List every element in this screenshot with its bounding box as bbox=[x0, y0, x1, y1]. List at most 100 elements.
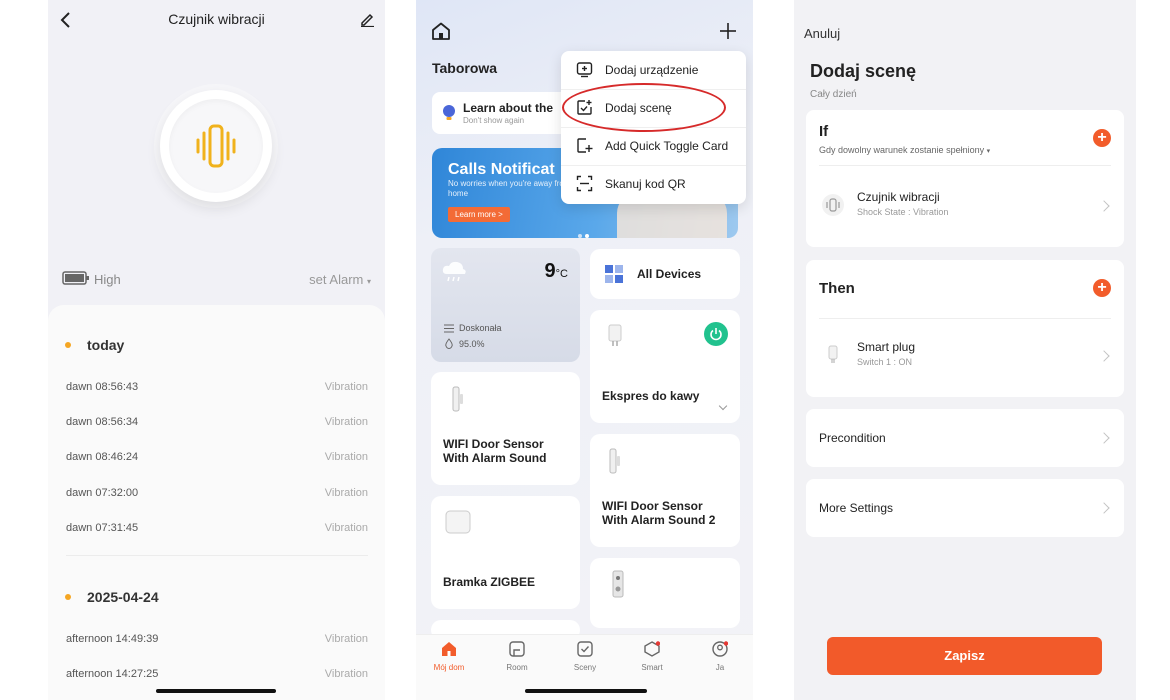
tab-scenes[interactable]: Sceny bbox=[560, 641, 610, 672]
lightbulb-icon bbox=[443, 105, 455, 120]
save-button[interactable]: Zapisz bbox=[827, 637, 1102, 675]
menu-item-scan-qr[interactable]: Skanuj kod QR bbox=[561, 165, 746, 203]
then-title: Then bbox=[819, 280, 855, 297]
event-time: dawn 08:46:24 bbox=[66, 451, 139, 463]
learn-card[interactable]: Learn about the Don't show again bbox=[432, 92, 572, 134]
gateway-icon bbox=[445, 510, 471, 534]
event-type: Vibration bbox=[324, 416, 368, 428]
event-type: Vibration bbox=[324, 668, 368, 680]
temperature: 9°C bbox=[545, 260, 568, 283]
vibration-sensor-icon bbox=[822, 194, 844, 216]
if-section: If + Gdy dowolny warunek zostanie spełni… bbox=[806, 110, 1124, 247]
home-indicator bbox=[156, 689, 276, 693]
tab-me[interactable]: Ja bbox=[695, 641, 745, 672]
tab-label: Smart bbox=[641, 663, 663, 672]
home-icon[interactable] bbox=[431, 22, 451, 40]
power-icon bbox=[710, 328, 722, 341]
condition-row[interactable]: Czujnik wibracji Shock State : Vibration bbox=[806, 182, 1124, 232]
condition-device: Czujnik wibracji bbox=[857, 190, 940, 204]
event-type: Vibration bbox=[324, 633, 368, 645]
caret-down-icon: ▾ bbox=[366, 277, 371, 286]
day-label: today bbox=[87, 337, 125, 353]
menu-item-label: Skanuj kod QR bbox=[605, 177, 686, 191]
precondition-label: Precondition bbox=[819, 431, 886, 445]
smart-plug-icon bbox=[608, 324, 622, 346]
set-alarm-button[interactable]: set Alarm ▾ bbox=[309, 272, 371, 287]
action-row[interactable]: Smart plug Switch 1 : ON bbox=[806, 332, 1124, 382]
top-bar: Czujnik wibracji bbox=[48, 0, 385, 40]
device-card[interactable]: WIFI Door Sensor With Alarm Sound 2 bbox=[590, 434, 740, 547]
add-card-icon bbox=[577, 138, 593, 153]
vibration-icon bbox=[196, 124, 236, 168]
weather-card[interactable]: 9°C Doskonała 95.0% bbox=[431, 248, 580, 362]
door-sensor-icon bbox=[452, 386, 463, 412]
humidity-drop-icon bbox=[445, 338, 453, 349]
event-type: Vibration bbox=[324, 381, 368, 393]
plus-icon[interactable] bbox=[719, 22, 737, 40]
device-name: Bramka ZIGBEE bbox=[443, 575, 536, 589]
event-time: dawn 08:56:34 bbox=[66, 416, 139, 428]
more-settings-label: More Settings bbox=[819, 501, 894, 515]
condition-state: Shock State : Vibration bbox=[857, 207, 949, 217]
day-dot-icon bbox=[65, 342, 71, 348]
vibration-status-circle bbox=[160, 90, 272, 202]
divider bbox=[819, 165, 1111, 166]
condition-selector[interactable]: Gdy dowolny warunek zostanie spełniony ▾ bbox=[819, 145, 990, 155]
chevron-right-icon bbox=[1098, 200, 1110, 212]
device-card[interactable]: WIFI Door Sensor With Alarm Sound bbox=[431, 372, 580, 485]
page-title: Czujnik wibracji bbox=[168, 11, 265, 27]
device-card[interactable]: Ekspres do kawy bbox=[590, 310, 740, 423]
menu-item-quick-toggle[interactable]: Add Quick Toggle Card bbox=[561, 127, 746, 165]
cancel-button[interactable]: Anuluj bbox=[804, 26, 840, 41]
home-name[interactable]: Taborowa bbox=[432, 60, 497, 76]
tab-smart[interactable]: Smart bbox=[627, 641, 677, 672]
device-card[interactable]: Bramka ZIGBEE bbox=[431, 496, 580, 609]
page-title: Dodaj scenę bbox=[810, 61, 917, 81]
scenes-tab-icon bbox=[577, 641, 593, 657]
air-quality: Doskonała bbox=[459, 323, 502, 333]
smart-plug-icon bbox=[822, 344, 844, 366]
banner-text: No worries when you're away from home bbox=[448, 179, 571, 198]
chevron-down-icon[interactable] bbox=[718, 401, 728, 411]
condition-label: Gdy dowolny warunek zostanie spełniony bbox=[819, 145, 985, 155]
power-button[interactable] bbox=[704, 322, 728, 346]
edit-pencil-icon[interactable] bbox=[359, 11, 375, 27]
add-action-button[interactable]: + bbox=[1093, 279, 1111, 297]
menu-item-label: Add Quick Toggle Card bbox=[605, 139, 729, 153]
tab-label: Room bbox=[506, 663, 528, 672]
temperature-unit: °C bbox=[555, 268, 568, 280]
tab-my-home[interactable]: Mój dom bbox=[424, 641, 474, 672]
doorbell-icon bbox=[612, 570, 624, 598]
more-settings-row[interactable]: More Settings bbox=[806, 479, 1124, 537]
carousel-dots bbox=[578, 225, 589, 238]
divider bbox=[819, 318, 1111, 319]
event-time: dawn 07:32:00 bbox=[66, 487, 139, 499]
day-dot-icon bbox=[65, 594, 71, 600]
tab-room[interactable]: Room bbox=[492, 641, 542, 672]
chevron-right-icon bbox=[1098, 350, 1110, 362]
scan-qr-icon bbox=[576, 175, 593, 192]
learn-more-button[interactable]: Learn more > bbox=[448, 207, 510, 222]
device-card[interactable] bbox=[590, 558, 740, 628]
device-name: WIFI Door Sensor With Alarm Sound bbox=[443, 437, 547, 465]
event-time: dawn 07:31:45 bbox=[66, 522, 139, 534]
precondition-row[interactable]: Precondition bbox=[806, 409, 1124, 467]
home-screen: Taborowa Learn about the Don't show agai… bbox=[416, 0, 753, 700]
menu-item-label: Dodaj urządzenie bbox=[605, 63, 699, 77]
all-devices-card[interactable]: All Devices bbox=[590, 249, 740, 299]
learn-dismiss[interactable]: Don't show again bbox=[463, 116, 524, 125]
history-panel: today dawn 08:56:43 Vibration dawn 08:56:… bbox=[48, 305, 385, 700]
battery-level: High bbox=[94, 272, 121, 287]
battery-icon bbox=[62, 271, 89, 285]
add-condition-button[interactable]: + bbox=[1093, 129, 1111, 147]
sensor-detail-screen: Czujnik wibracji High set Alarm ▾ today … bbox=[48, 0, 385, 700]
highlight-ellipse bbox=[562, 83, 726, 132]
action-state: Switch 1 : ON bbox=[857, 357, 913, 367]
page-subtitle[interactable]: Cały dzień bbox=[810, 89, 857, 100]
device-name: Ekspres do kawy bbox=[602, 389, 700, 403]
learn-title: Learn about the bbox=[463, 101, 554, 115]
then-section: Then + Smart plug Switch 1 : ON bbox=[806, 260, 1124, 397]
smart-tab-icon bbox=[644, 641, 660, 657]
event-time: afternoon 14:49:39 bbox=[66, 633, 159, 645]
action-device: Smart plug bbox=[857, 340, 916, 354]
